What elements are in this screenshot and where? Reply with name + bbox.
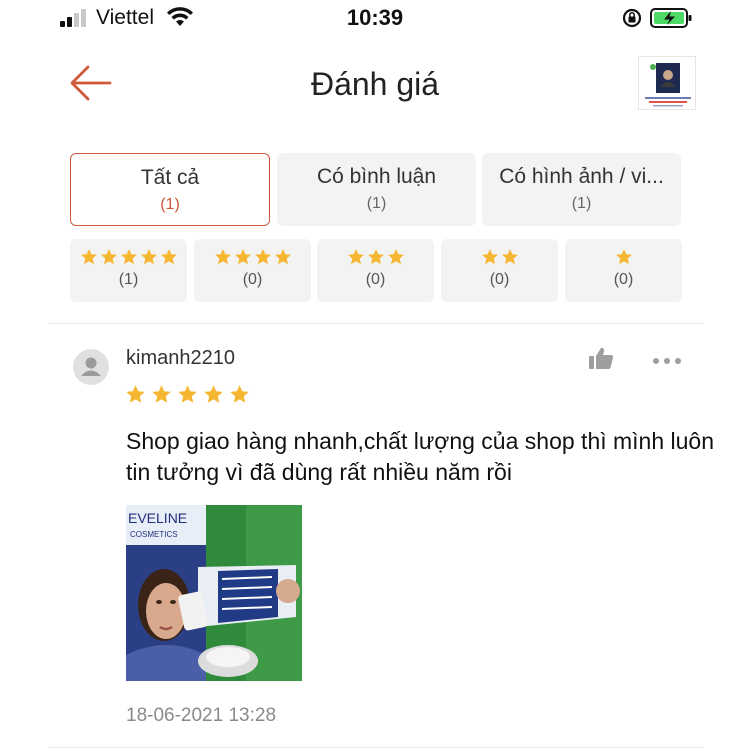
divider <box>48 747 703 748</box>
star-icon <box>234 249 251 265</box>
star-filter-count: (1) <box>118 271 139 288</box>
star-icon <box>140 249 157 265</box>
star-icon <box>615 249 632 265</box>
star-icon <box>230 385 249 403</box>
star-filter-count: (0) <box>489 271 510 288</box>
user-icon <box>81 357 101 376</box>
filter-tab-label: Có hình ảnh / vi... <box>499 165 664 188</box>
star-icon <box>100 249 117 265</box>
filter-tab-label: Tất cả <box>140 166 200 189</box>
rotation-lock-icon <box>622 8 642 28</box>
star-filter-5[interactable]: (1) <box>70 239 187 302</box>
review-photo[interactable]: EVELINE COSMETICS <box>126 505 302 681</box>
review-rating <box>125 384 250 405</box>
star-icon <box>274 249 291 265</box>
star-icon <box>126 385 145 403</box>
avatar[interactable] <box>73 349 109 385</box>
star-icon <box>347 249 364 265</box>
star-row <box>565 248 682 270</box>
star-filter-1[interactable]: (0) <box>565 239 682 302</box>
product-thumbnail[interactable] <box>638 56 696 110</box>
star-icon <box>178 385 197 403</box>
star-filter-count: (0) <box>613 271 634 288</box>
filter-tab-all[interactable]: Tất cả (1) <box>70 153 270 226</box>
review-date: 18-06-2021 13:28 <box>126 705 277 726</box>
review-text: Shop giao hàng nhanh,chất lượng của shop… <box>126 428 715 485</box>
photo-sub-text: COSMETICS <box>130 530 178 539</box>
star-icon <box>120 249 137 265</box>
filter-tab-with-media[interactable]: Có hình ảnh / vi... (1) <box>482 153 681 226</box>
star-filter-count: (0) <box>365 271 386 288</box>
like-button[interactable] <box>588 346 614 370</box>
reviewer-name: kimanh2210 <box>126 347 235 369</box>
divider <box>48 323 703 324</box>
star-icon <box>152 385 171 403</box>
review-photo-image: EVELINE COSMETICS <box>126 505 302 681</box>
filter-tab-count: (1) <box>366 195 387 212</box>
filter-tab-count: (1) <box>571 195 592 212</box>
battery-charging-icon <box>650 8 692 28</box>
star-row <box>441 248 558 270</box>
filter-tab-with-comments[interactable]: Có bình luận (1) <box>277 153 476 226</box>
photo-brand-text: EVELINE <box>128 510 187 526</box>
thumbs-up-icon <box>589 347 614 369</box>
more-dots-icon <box>653 358 681 364</box>
star-icon <box>204 385 223 403</box>
star-icon <box>160 249 177 265</box>
star-icon <box>387 249 404 265</box>
star-row <box>194 248 311 270</box>
star-row <box>317 248 434 270</box>
filter-tab-label: Có bình luận <box>316 165 437 188</box>
star-filter-4[interactable]: (0) <box>194 239 311 302</box>
status-bar: Viettel 10:39 <box>0 0 750 36</box>
star-icon <box>254 249 271 265</box>
star-icon <box>501 249 518 265</box>
star-filter-3[interactable]: (0) <box>317 239 434 302</box>
filter-tab-count: (1) <box>160 196 180 213</box>
product-image <box>639 57 695 109</box>
more-options-button[interactable] <box>652 353 682 364</box>
star-filter-count: (0) <box>242 271 263 288</box>
star-icon <box>80 249 97 265</box>
star-row <box>70 248 187 270</box>
star-icon <box>214 249 231 265</box>
star-filter-2[interactable]: (0) <box>441 239 558 302</box>
star-icon <box>367 249 384 265</box>
star-icon <box>481 249 498 265</box>
